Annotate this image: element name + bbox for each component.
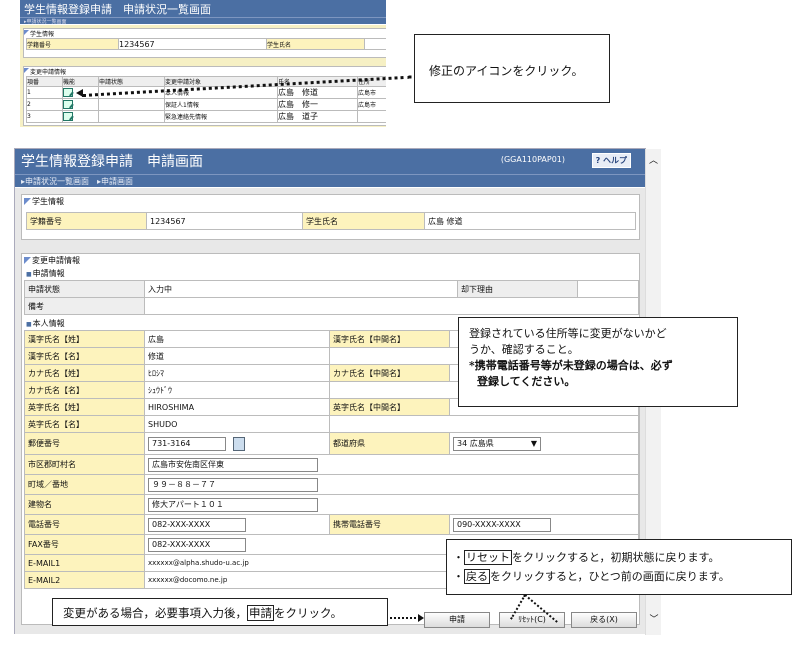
thumb-breadcrumb: ▸申請状況一覧画面 xyxy=(20,17,386,25)
apply-arrow xyxy=(390,617,420,619)
breadcrumb-list[interactable]: 申請状況一覧画面 xyxy=(25,177,89,186)
screen-code: (GGA110PAP01) xyxy=(500,155,565,164)
thumb-title: 学生情報登録申請 申請状況一覧画面 xyxy=(20,0,386,17)
application-info-table: 申請状態 入力中 却下理由 備考 xyxy=(24,280,639,315)
edit-icon[interactable] xyxy=(63,88,73,97)
status-value: 入力中 xyxy=(144,280,458,298)
breadcrumb: ▸申請状況一覧画面 ▸申請画面 xyxy=(15,174,645,187)
apply-button[interactable]: 申請 xyxy=(424,612,490,628)
back-button[interactable]: 戻る(X) xyxy=(571,612,637,628)
student-info-panel: 学生情報 学籍番号 1234567 学生氏名 広島 修道 xyxy=(21,194,640,240)
help-button[interactable]: ? ヘルプ xyxy=(591,153,631,168)
zip-input[interactable]: 731-3164 xyxy=(148,436,226,451)
apply-callout: 変更がある場合，必要事項入力後， 申請 をクリック。 xyxy=(52,598,388,626)
address-lookup-icon[interactable] xyxy=(232,436,245,451)
address-check-callout: 登録されている住所等に変更がないかど うか、確認すること。 *携帯電話番号等が未… xyxy=(458,317,738,407)
edit-callout: 修正のアイコンをクリック。 xyxy=(414,34,610,103)
arrow-head-icon xyxy=(76,89,83,97)
scroll-down-icon[interactable]: ﹀ xyxy=(646,612,662,625)
thumb-student-no: 1234567 xyxy=(118,38,267,50)
edit-icon[interactable] xyxy=(63,112,73,121)
table-row: 2 保証人1情報 広島 修一 広島市 xyxy=(26,98,386,111)
breadcrumb-current: 申請画面 xyxy=(101,177,134,186)
prefecture-select[interactable]: 34 広島県 ▼ xyxy=(453,436,541,451)
arrow-head-icon xyxy=(418,614,424,622)
reset-back-callout: ・リセット をクリックすると，初期状態に戻ります。 ・戻る をクリックすると，ひとつ… xyxy=(446,539,792,595)
building-input[interactable]: 修大アパート１０１ xyxy=(148,497,318,512)
town-input[interactable]: ９９－８８－７７ xyxy=(148,477,318,492)
phone-input[interactable]: 082-XXX-XXXX xyxy=(148,517,246,532)
list-screen-thumbnail: 学生情報登録申請 申請状況一覧画面 ▸申請状況一覧画面 学生情報 学籍番号 12… xyxy=(20,0,386,127)
thumb-student-section: 学生情報 学籍番号 1234567 学生氏名 xyxy=(23,28,386,58)
table-row: 3 緊急連絡先情報 広島 道子 xyxy=(26,110,386,123)
mobile-input[interactable]: 090-XXXX-XXXX xyxy=(453,517,551,532)
student-name: 広島 修道 xyxy=(424,212,636,230)
student-no: 1234567 xyxy=(146,212,303,230)
city-input[interactable]: 広島市安佐南区伴東 xyxy=(148,457,318,472)
thumb-request-table: 項番 機能 申請状態 変更申請対象 氏名 住所 1 本人情報 広島 修道 広島市… xyxy=(26,76,386,123)
edit-icon[interactable] xyxy=(63,100,73,109)
fax-input[interactable]: 082-XXX-XXXX xyxy=(148,537,246,552)
window-title-bar: 学生情報登録申請 申請画面 (GGA110PAP01) ? ヘルプ xyxy=(15,149,645,174)
scroll-up-icon[interactable]: ︿ xyxy=(646,153,661,166)
window-title: 学生情報登録申請 申請画面 xyxy=(21,154,203,170)
chevron-down-icon: ▼ xyxy=(530,438,537,448)
